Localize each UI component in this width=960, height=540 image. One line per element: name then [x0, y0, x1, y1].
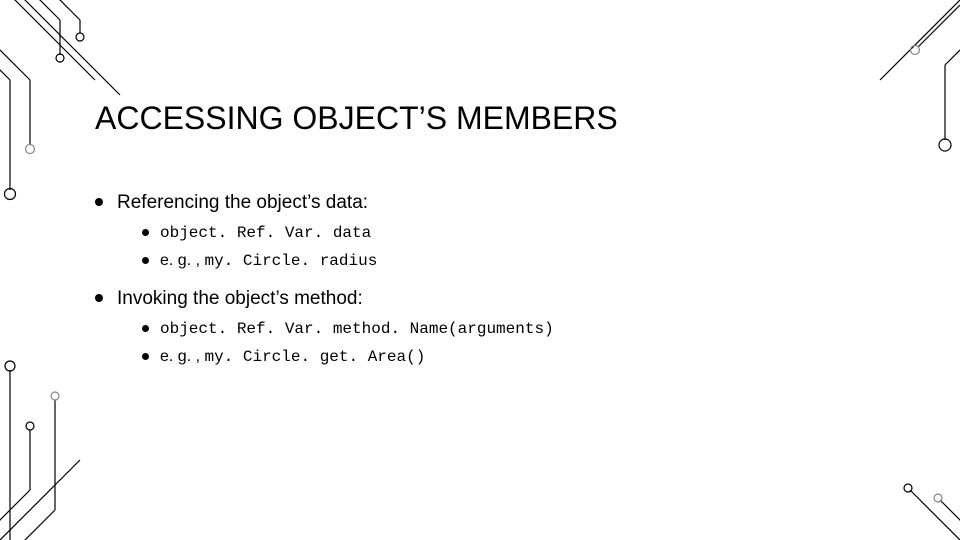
bullet-item: Referencing the object’s data: object. R… — [95, 192, 900, 270]
decor-bottom-right — [840, 460, 960, 540]
sub-prefix: e. g. , — [160, 348, 204, 365]
sub-code: object. Ref. Var. method. Name(arguments… — [160, 320, 554, 338]
sub-list: object. Ref. Var. method. Name(arguments… — [117, 320, 900, 366]
sub-prefix: e. g. , — [160, 252, 204, 269]
sub-item: e. g. , my. Circle. get. Area() — [142, 348, 900, 366]
sub-code: my. Circle. get. Area() — [204, 348, 425, 366]
sub-item: object. Ref. Var. data — [142, 224, 900, 242]
sub-item: e. g. , my. Circle. radius — [142, 252, 900, 270]
slide-content: ACCESSING OBJECT’S MEMBERS Referencing t… — [95, 100, 900, 384]
bullet-item: Invoking the object’s method: object. Re… — [95, 288, 900, 366]
bullet-label: Invoking the object’s method: — [117, 288, 363, 309]
bullet-list: Referencing the object’s data: object. R… — [95, 192, 900, 366]
sub-item: object. Ref. Var. method. Name(arguments… — [142, 320, 900, 338]
slide-title: ACCESSING OBJECT’S MEMBERS — [95, 100, 900, 137]
sub-list: object. Ref. Var. data e. g. , my. Circl… — [117, 224, 900, 270]
sub-code: object. Ref. Var. data — [160, 224, 371, 242]
bullet-label: Referencing the object’s data: — [117, 192, 368, 213]
sub-code: my. Circle. radius — [204, 252, 377, 270]
